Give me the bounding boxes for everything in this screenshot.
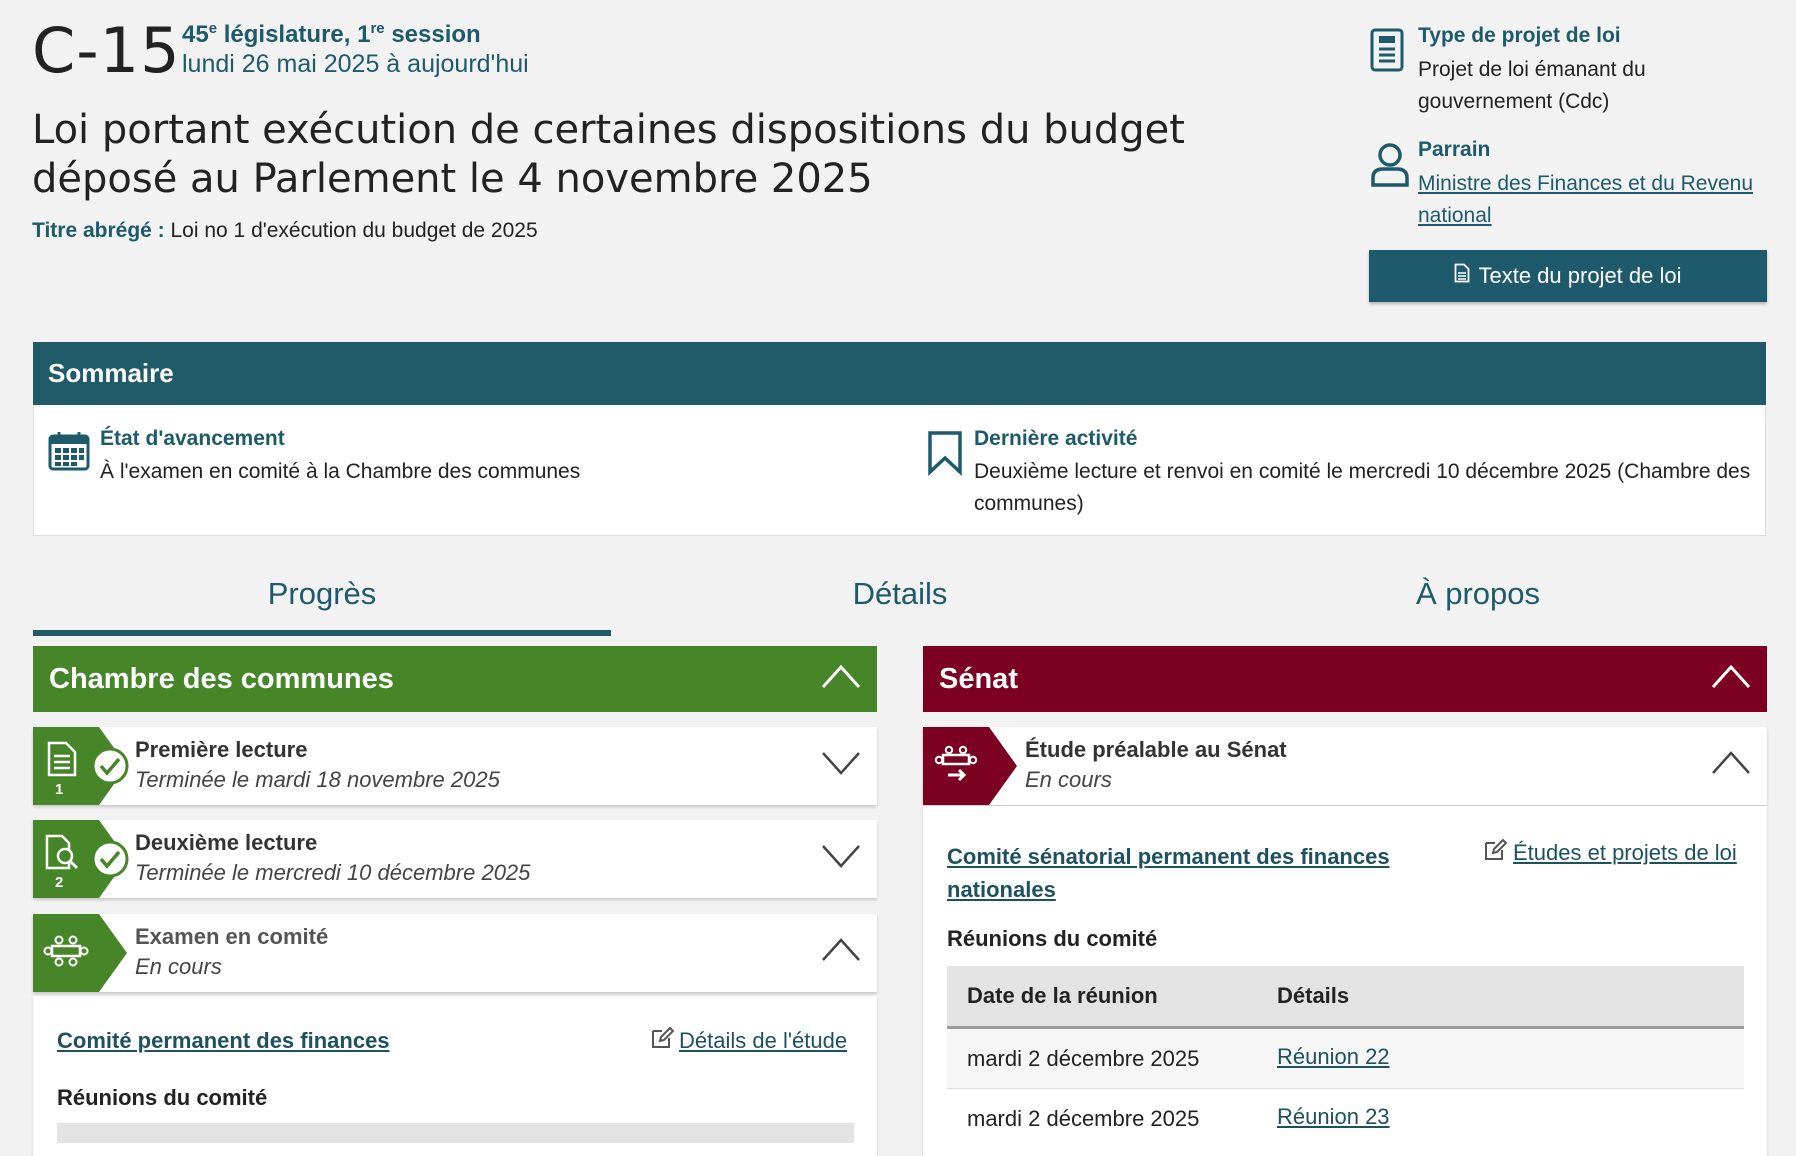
stage-committee[interactable]: Examen en comité En cours <box>33 914 877 992</box>
chevron-up-icon[interactable] <box>1711 749 1751 782</box>
stage-badge <box>923 727 1017 805</box>
check-circle-icon <box>91 747 129 790</box>
tab-about[interactable]: À propos <box>1189 576 1767 630</box>
sponsor-label: Parrain <box>1418 138 1491 161</box>
stage-first-reading[interactable]: 1 Première lecture Terminée le mardi 18 … <box>33 727 877 805</box>
session-suffix: re <box>370 20 385 37</box>
senate-meetings-label: Réunions du comité <box>947 926 1158 951</box>
stage-status: Terminée le mardi 18 novembre 2025 <box>135 767 500 792</box>
stage-badge <box>33 914 127 992</box>
stage-second-reading[interactable]: 2 Deuxième lecture Terminée le mercredi … <box>33 820 877 898</box>
parliament-number: 45 <box>182 21 209 48</box>
person-icon <box>1370 142 1410 193</box>
meeting-date: mardi 2 décembre 2025 <box>967 1046 1200 1071</box>
summary-heading: Sommaire <box>33 342 1766 405</box>
stage-title: Deuxième lecture <box>135 830 318 855</box>
calendar-icon <box>48 431 90 476</box>
chevron-up-icon[interactable] <box>1711 663 1751 699</box>
table-row: mardi 2 décembre 2025 Réunion 23 <box>947 1089 1744 1148</box>
chevron-down-icon[interactable] <box>821 842 861 875</box>
legislature-text: législature, 1 <box>223 21 371 48</box>
session-text: session <box>391 21 481 48</box>
tab-details[interactable]: Détails <box>611 576 1189 630</box>
chevron-up-icon[interactable] <box>821 663 861 699</box>
table-row: mardi 2 décembre 2025 Réunion 22 <box>947 1029 1744 1089</box>
document-search-icon <box>45 834 81 877</box>
senate-committee-details: Comité sénatorial permanent des finances… <box>923 806 1767 1156</box>
session-info: 45e législature, 1re session <box>182 20 481 49</box>
stage-status: En cours <box>1025 767 1112 792</box>
senate-studies-link[interactable]: Études et projets de loi <box>1513 840 1737 866</box>
column-header-details: Détails <box>1277 983 1350 1008</box>
bill-text-label: Texte du projet de loi <box>1478 263 1682 288</box>
short-title-value: Loi no 1 d'exécution du budget de 2025 <box>170 219 538 242</box>
check-circle-icon <box>91 840 129 883</box>
reading-number: 2 <box>55 874 64 891</box>
house-panel-header[interactable]: Chambre des communes <box>33 646 877 712</box>
last-activity-label: Dernière activité <box>974 427 1138 450</box>
house-committee-link[interactable]: Comité permanent des finances <box>57 1028 390 1054</box>
bill-text-button[interactable]: Texte du projet de loi <box>1369 250 1767 302</box>
short-title-label: Titre abrégé : <box>32 219 165 242</box>
bill-number: C-15 <box>32 14 181 87</box>
meeting-link[interactable]: Réunion 22 <box>1277 1044 1390 1070</box>
bill-title: Loi portant exécution de certaines dispo… <box>32 107 1185 202</box>
edit-icon <box>1483 838 1508 867</box>
senate-committee-link[interactable]: Comité sénatorial permanent des finances… <box>947 840 1407 906</box>
tab-progress[interactable]: Progrès <box>33 576 611 636</box>
stage-title: Étude préalable au Sénat <box>1025 737 1287 762</box>
bookmark-icon <box>927 430 963 481</box>
senate-heading: Sénat <box>939 662 1018 695</box>
meeting-link[interactable]: Réunion 23 <box>1277 1104 1390 1130</box>
committee-table-icon <box>43 934 89 973</box>
senate-panel-header[interactable]: Sénat <box>923 646 1767 712</box>
stage-status: Terminée le mercredi 10 décembre 2025 <box>135 860 531 885</box>
house-meetings-label: Réunions du comité <box>57 1085 268 1110</box>
document-icon <box>1370 28 1404 77</box>
column-header-date: Date de la réunion <box>967 983 1158 1008</box>
bill-type-value: Projet de loi émanant du gouvernement (C… <box>1418 58 1646 113</box>
file-icon <box>1454 263 1470 289</box>
bill-type-label: Type de projet de loi <box>1418 24 1621 47</box>
house-heading: Chambre des communes <box>49 662 394 695</box>
stage-title: Première lecture <box>135 737 308 762</box>
last-activity-value: Deuxième lecture et renvoi en comité le … <box>974 460 1751 515</box>
session-dates: lundi 26 mai 2025 à aujourd'hui <box>182 50 529 78</box>
parliament-suffix: e <box>208 20 218 37</box>
chevron-up-icon[interactable] <box>821 936 861 969</box>
sponsor-block: Parrain Ministre des Finances et du Reve… <box>1370 138 1770 238</box>
sponsor-link[interactable]: Ministre des Finances et du Revenu natio… <box>1418 172 1753 227</box>
meeting-date: mardi 2 décembre 2025 <box>967 1106 1200 1131</box>
summary-panel: Sommaire État d'avancement À l'examen en… <box>33 342 1766 536</box>
house-meetings-table-header <box>57 1123 854 1143</box>
study-details-link[interactable]: Détails de l'étude <box>679 1028 847 1054</box>
chevron-down-icon[interactable] <box>821 749 861 782</box>
house-committee-details: Comité permanent des finances Détails de… <box>33 996 877 1156</box>
edit-icon <box>650 1026 675 1055</box>
status-label: État d'avancement <box>100 427 285 450</box>
table-header-row: Date de la réunion Détails <box>947 966 1744 1029</box>
senate-meetings-table: Date de la réunion Détails mardi 2 décem… <box>947 966 1744 1148</box>
bill-type-block: Type de projet de loi Projet de loi éman… <box>1370 24 1770 124</box>
stage-status: En cours <box>135 954 222 979</box>
stage-senate-prestudy[interactable]: Étude préalable au Sénat En cours <box>923 727 1767 805</box>
committee-table-icon <box>934 745 978 788</box>
status-value: À l'examen en comité à la Chambre des co… <box>100 460 581 483</box>
document-icon <box>47 741 77 782</box>
reading-number: 1 <box>55 781 64 798</box>
short-title: Titre abrégé : Loi no 1 d'exécution du b… <box>32 219 538 243</box>
stage-title: Examen en comité <box>135 924 329 949</box>
